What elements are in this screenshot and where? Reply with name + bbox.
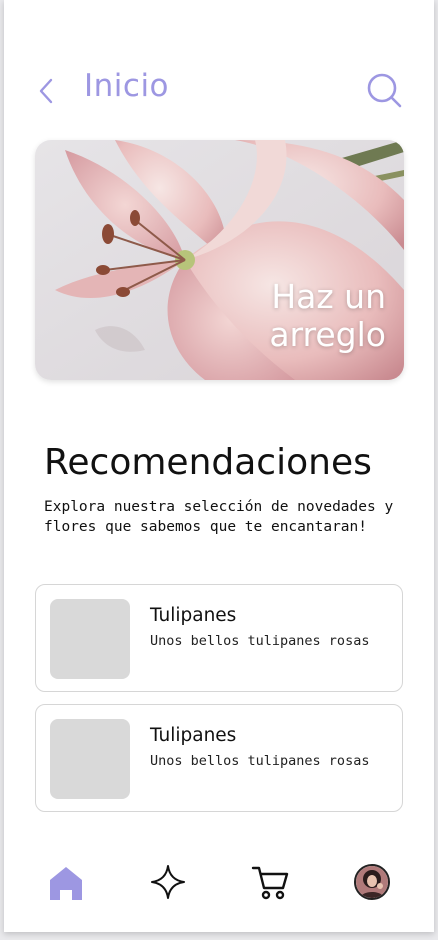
cart-icon xyxy=(251,866,289,900)
sparkle-icon xyxy=(151,865,185,899)
section-description: Explora nuestra selección de novedades y… xyxy=(44,499,394,535)
list-item[interactable]: Tulipanes Unos bellos tulipanes rosas xyxy=(35,704,403,812)
home-icon xyxy=(50,867,82,900)
item-subtitle: Unos bellos tulipanes rosas xyxy=(150,633,370,649)
back-button[interactable] xyxy=(36,76,56,106)
item-thumbnail xyxy=(50,719,130,799)
chevron-left-icon xyxy=(39,78,53,104)
page-title: Inicio xyxy=(84,68,170,104)
hero-caption-line1: Haz un xyxy=(271,277,386,316)
item-title: Tulipanes xyxy=(150,725,237,746)
item-title: Tulipanes xyxy=(150,605,237,626)
section-title: Recomendaciones xyxy=(44,442,372,483)
hero-caption: Haz un arreglo xyxy=(269,278,386,354)
search-icon xyxy=(367,73,402,108)
item-subtitle: Unos bellos tulipanes rosas xyxy=(150,753,370,769)
nav-home-button[interactable] xyxy=(46,862,86,902)
nav-discover-button[interactable] xyxy=(148,862,188,902)
hero-caption-line2: arreglo xyxy=(269,315,386,354)
bottom-nav xyxy=(4,858,434,908)
search-button[interactable] xyxy=(364,70,404,110)
avatar-photo xyxy=(356,866,388,898)
nav-cart-button[interactable] xyxy=(250,862,290,902)
profile-avatar[interactable] xyxy=(354,864,390,900)
list-item[interactable]: Tulipanes Unos bellos tulipanes rosas xyxy=(35,584,403,692)
top-bar: Inicio xyxy=(4,62,434,118)
app-screen: Inicio Haz un arreglo Recomendaciones Ex… xyxy=(4,0,434,932)
item-thumbnail xyxy=(50,599,130,679)
hero-banner[interactable]: Haz un arreglo xyxy=(35,140,404,380)
